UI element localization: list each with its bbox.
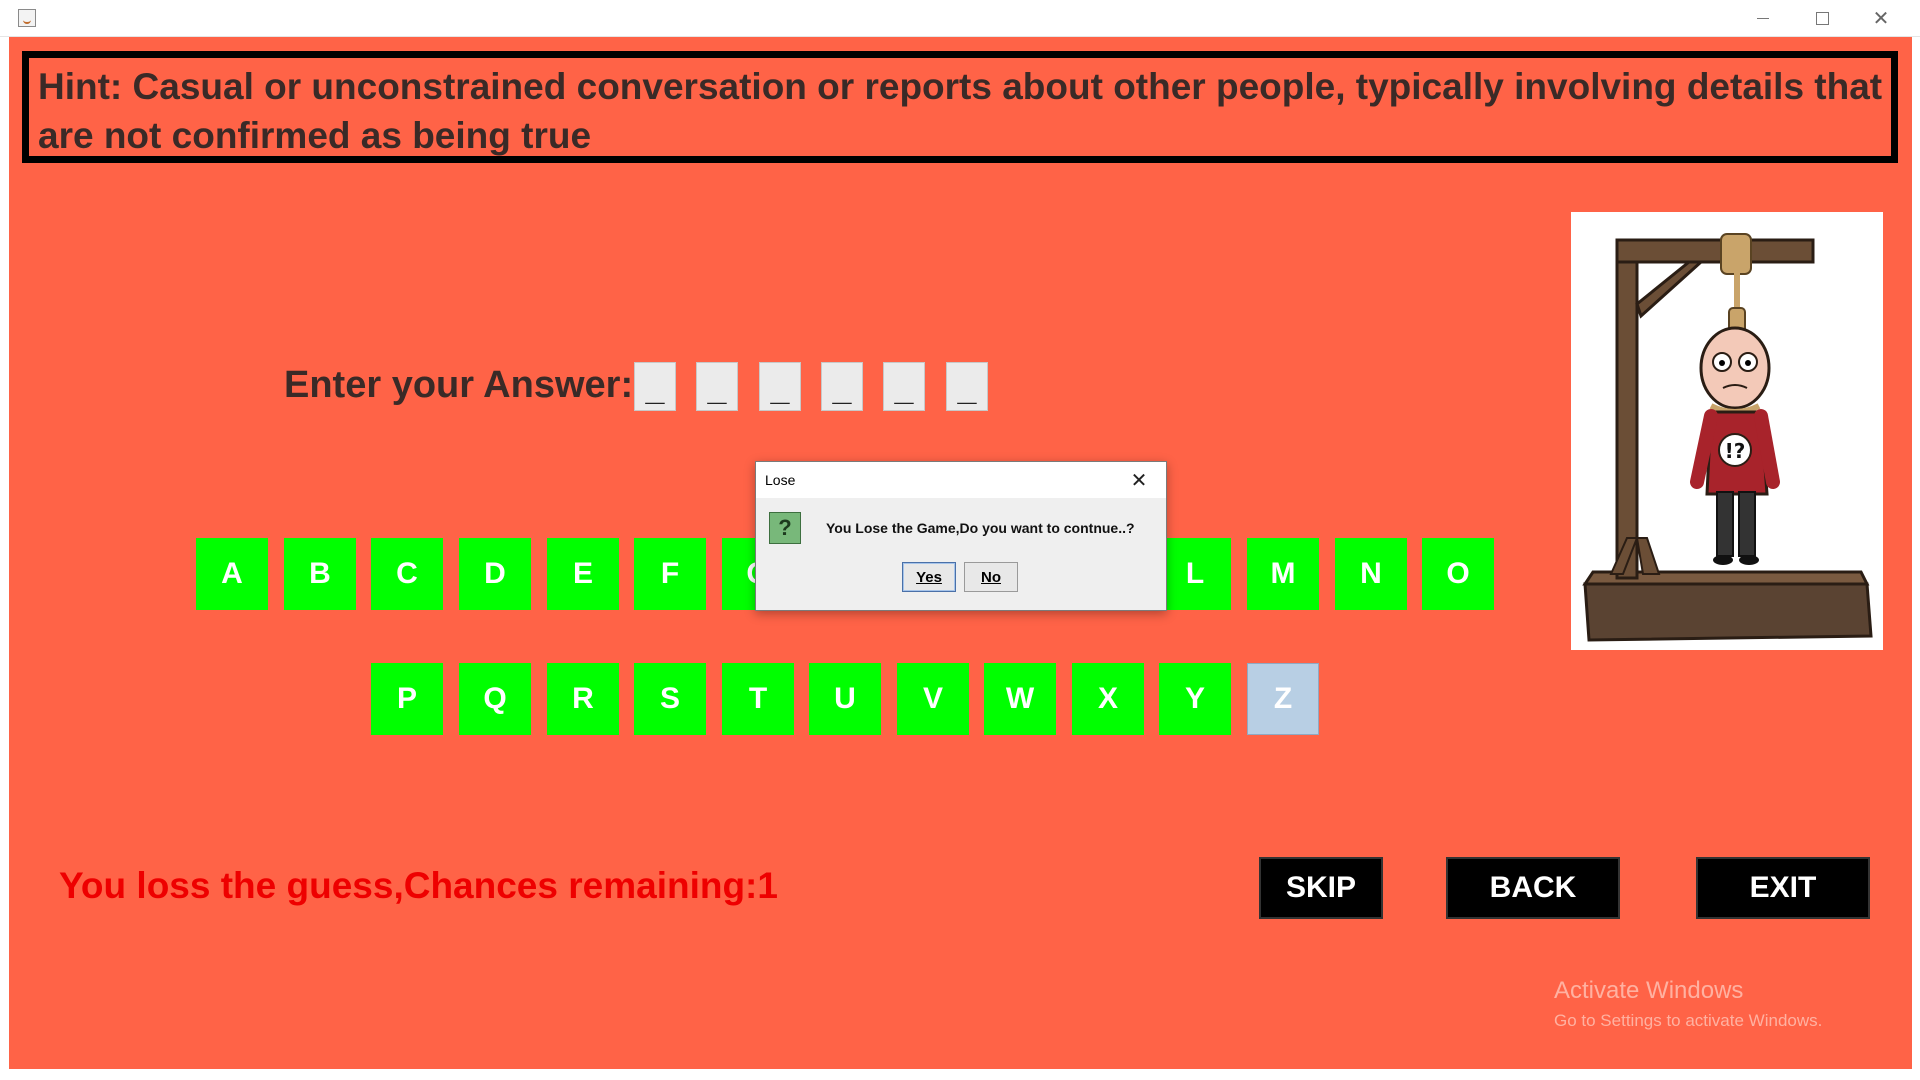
dialog-message: You Lose the Game,Do you want to contnue…: [826, 520, 1135, 536]
hangman-gallows-image: !?: [1571, 212, 1883, 650]
key-x[interactable]: X: [1072, 663, 1144, 735]
dialog-titlebar: Lose ✕: [756, 462, 1166, 498]
key-e[interactable]: E: [547, 538, 619, 610]
window-edge-left: [0, 37, 9, 1080]
watermark-title: Activate Windows: [1554, 977, 1744, 1004]
skip-button[interactable]: SKIP: [1259, 857, 1383, 919]
key-d[interactable]: D: [459, 538, 531, 610]
key-w[interactable]: W: [984, 663, 1056, 735]
hint-text: Hint: Casual or unconstrained conversati…: [38, 66, 1883, 156]
maximize-button[interactable]: [1793, 0, 1851, 36]
dialog-title: Lose: [765, 472, 796, 488]
window-titlebar: ✕: [0, 0, 1920, 37]
activate-windows-watermark: Activate Windows Go to Settings to activ…: [1554, 977, 1822, 1031]
key-c[interactable]: C: [371, 538, 443, 610]
key-a[interactable]: A: [196, 538, 268, 610]
status-message: You loss the guess,Chances remaining:1: [59, 865, 778, 906]
key-b[interactable]: B: [284, 538, 356, 610]
window-edge-right: [1912, 37, 1920, 1080]
key-l[interactable]: L: [1159, 538, 1231, 610]
question-icon: ?: [769, 512, 801, 544]
key-o[interactable]: O: [1422, 538, 1494, 610]
key-q[interactable]: Q: [459, 663, 531, 735]
close-icon: ✕: [1130, 468, 1148, 492]
answer-slot-4[interactable]: _: [821, 362, 863, 411]
svg-text:!?: !?: [1725, 439, 1746, 463]
key-y[interactable]: Y: [1159, 663, 1231, 735]
key-m[interactable]: M: [1247, 538, 1319, 610]
key-s[interactable]: S: [634, 663, 706, 735]
key-n[interactable]: N: [1335, 538, 1407, 610]
answer-label: Enter your Answer:: [284, 364, 634, 406]
key-z[interactable]: Z: [1247, 663, 1319, 735]
key-r[interactable]: R: [547, 663, 619, 735]
key-u[interactable]: U: [809, 663, 881, 735]
answer-slot-1[interactable]: _: [634, 362, 676, 411]
exit-button[interactable]: EXIT: [1696, 857, 1870, 919]
key-t[interactable]: T: [722, 663, 794, 735]
answer-slot-3[interactable]: _: [759, 362, 801, 411]
maximize-icon: [1815, 11, 1829, 25]
answer-slot-2[interactable]: _: [696, 362, 738, 411]
no-button[interactable]: No: [964, 562, 1018, 592]
yes-button[interactable]: Yes: [902, 562, 956, 592]
dialog-body: ? You Lose the Game,Do you want to contn…: [756, 498, 1166, 610]
key-f[interactable]: F: [634, 538, 706, 610]
lose-dialog: Lose ✕ ? You Lose the Game,Do you want t…: [755, 461, 1167, 611]
minimize-icon: [1757, 17, 1769, 19]
answer-slot-5[interactable]: _: [883, 362, 925, 411]
back-button[interactable]: BACK: [1446, 857, 1620, 919]
java-cup-icon: [18, 9, 36, 27]
key-v[interactable]: V: [897, 663, 969, 735]
answer-slot-6[interactable]: _: [946, 362, 988, 411]
window-edge-bottom: [0, 1069, 1920, 1080]
close-window-button[interactable]: ✕: [1852, 0, 1910, 36]
dialog-close-button[interactable]: ✕: [1126, 467, 1152, 493]
key-p[interactable]: P: [371, 663, 443, 735]
hint-box: Hint: Casual or unconstrained conversati…: [22, 51, 1898, 163]
minimize-button[interactable]: [1734, 0, 1792, 36]
close-icon: ✕: [1872, 6, 1890, 30]
watermark-subtitle: Go to Settings to activate Windows.: [1554, 1011, 1823, 1030]
hangman-drawing: !?: [1582, 233, 1873, 642]
